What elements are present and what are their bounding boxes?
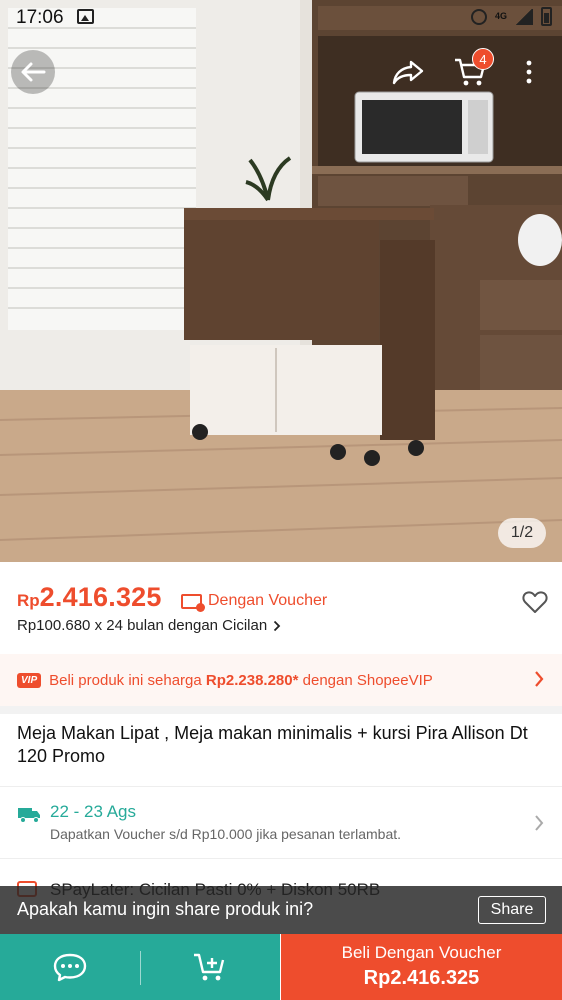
vip-price: Rp2.238.280* [205,671,299,689]
more-vert-icon [526,60,532,84]
price-currency: Rp [17,591,40,610]
chat-button[interactable] [0,934,140,1000]
add-to-cart-icon [194,953,225,981]
add-to-cart-button[interactable] [140,934,280,1000]
truck-icon [18,808,40,823]
product-image-gallery[interactable]: 17:06 4G 4 1/2 [0,0,562,562]
vip-badge: VIP [17,672,42,688]
heart-icon [522,591,548,613]
more-options-button[interactable] [512,54,546,90]
status-bar: 17:06 4G [0,0,562,36]
buy-button-label: Beli Dengan Voucher [341,943,502,962]
status-time: 17:06 [16,7,64,28]
bottom-action-bar: Beli Dengan Voucher Rp2.416.325 [0,934,562,1000]
signal-icon [515,8,533,25]
alarm-icon [470,8,487,25]
delivery-note: Dapatkan Voucher s/d Rp10.000 jika pesan… [50,826,402,842]
share-button[interactable] [388,54,428,90]
battery-icon [541,7,552,26]
shopee-vip-banner[interactable]: VIP Beli produk ini seharga Rp2.238.280*… [0,654,562,706]
buy-with-voucher-button[interactable]: Beli Dengan Voucher Rp2.416.325 [281,934,562,1000]
chevron-right-icon [535,671,544,687]
image-counter: 1/2 [498,518,546,548]
share-prompt-button[interactable]: Share [478,896,546,924]
bottom-bar-separator [140,951,141,985]
chat-icon [53,953,87,982]
installment-link[interactable]: Rp100.680 x 24 bulan dengan Cicilan [17,617,281,634]
voucher-icon [181,593,205,612]
share-prompt-message: Apakah kamu ingin share produk ini? [17,899,314,919]
product-price: Rp 2.416.325 [17,582,162,613]
installment-text: Rp100.680 x 24 bulan dengan Cicilan [17,617,268,634]
shipping-info-row[interactable]: 22 - 23 Ags Dapatkan Voucher s/d Rp10.00… [0,786,562,858]
voucher-label: Dengan Voucher [208,592,328,609]
section-divider [0,706,562,714]
share-prompt-snackbar: Apakah kamu ingin share produk ini? Shar… [0,886,562,934]
gallery-notification-icon [77,9,94,24]
price-amount: 2.416.325 [39,582,162,612]
cart-count-badge: 4 [472,48,494,70]
product-title: Meja Makan Lipat , Meja makan minimalis … [17,723,528,766]
buy-button-price: Rp2.416.325 [363,967,480,989]
share-icon [392,60,424,85]
chevron-right-icon [274,620,281,631]
network-type: 4G [494,11,507,21]
wishlist-button[interactable] [522,590,548,614]
chevron-right-icon [535,815,544,831]
back-button[interactable] [11,50,55,94]
vip-text-after: dengan ShopeeVIP [298,671,433,689]
vip-text-before: Beli produk ini seharga [49,671,206,689]
voucher-tag: Dengan Voucher [181,592,328,612]
delivery-dates: 22 - 23 Ags [50,802,137,821]
back-arrow-icon [21,62,46,82]
